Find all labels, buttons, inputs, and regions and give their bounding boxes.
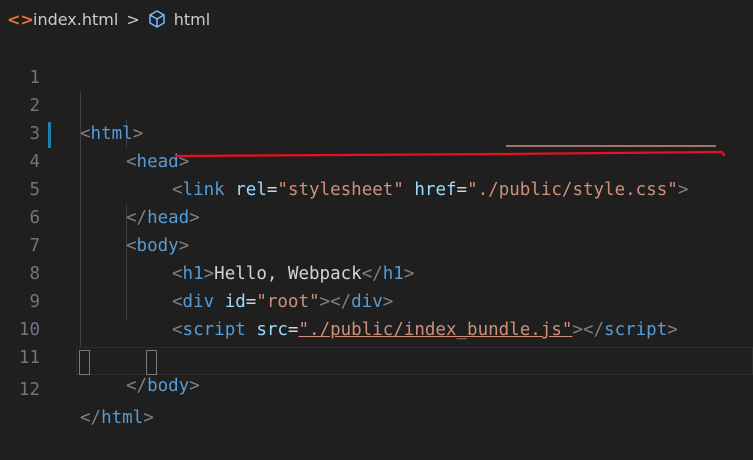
breadcrumb-file[interactable]: index.html: [33, 10, 118, 29]
line-number: 12: [18, 380, 40, 400]
code-line: 7 <h1>Hello, Webpack</h1>: [0, 204, 753, 284]
code-line: 1: [0, 36, 753, 88]
cube-symbol-icon: [148, 10, 165, 28]
tag-bracket: </: [80, 408, 102, 428]
tag-bracket: >: [143, 408, 154, 428]
code-line: 6 <body>: [0, 176, 753, 256]
code-line: 8 <div id="root"></div>: [0, 232, 753, 312]
code-line: 9 <script src="./public/index_bundle.js"…: [0, 260, 753, 340]
tag-bracket: </: [126, 376, 148, 396]
bracket-match-highlight: [146, 350, 157, 375]
link-underline: [506, 145, 716, 147]
bracket-match-highlight: [79, 350, 90, 375]
code-line: 3 <head>: [0, 92, 753, 172]
tag-name: html: [101, 408, 144, 428]
code-content: </html>: [80, 404, 154, 432]
code-line: 12 </html>: [0, 348, 753, 428]
breadcrumb: <> index.html > html: [0, 0, 753, 38]
tag-name: body: [147, 376, 190, 396]
code-content: </body>: [126, 372, 200, 400]
tag-bracket: >: [189, 376, 200, 396]
code-editor[interactable]: 1 2 <html> 3 <head> 4 <link rel="stylesh…: [0, 36, 753, 428]
chevron-right-icon: >: [126, 9, 140, 29]
html-file-icon: <>: [7, 9, 34, 29]
code-line: 2 <html>: [0, 64, 753, 144]
code-line: 11 </body>: [0, 316, 753, 396]
breadcrumb-symbol[interactable]: html: [174, 10, 210, 29]
code-line: 10: [0, 288, 753, 340]
